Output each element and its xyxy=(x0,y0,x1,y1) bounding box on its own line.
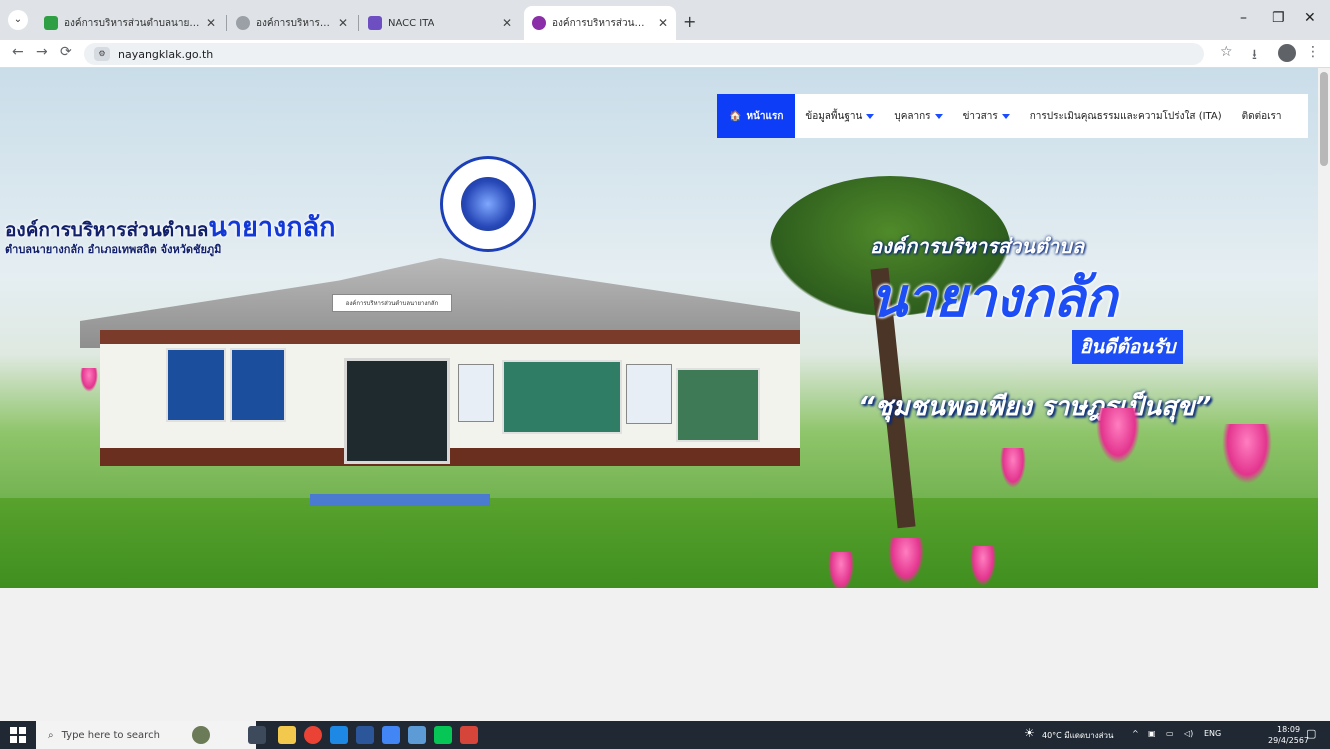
forward-icon[interactable]: → xyxy=(36,44,48,60)
building-sign: องค์การบริหารส่วนตำบลนายางกลัก xyxy=(332,294,452,312)
org-address: ตำบลนายางกลัก อำเภอเทพสถิต จังหวัดชัยภูม… xyxy=(5,243,222,256)
nav-news[interactable]: ข่าวสาร xyxy=(953,109,1020,124)
site-favicon-icon xyxy=(532,16,546,30)
network-icon[interactable]: ▣ xyxy=(1148,729,1156,738)
address-bar-row: ← → ⟳ ⚙ nayangklak.go.th ☆ ⭳ ⋮ xyxy=(0,40,1330,68)
grass-field xyxy=(0,498,1318,588)
drive-icon[interactable] xyxy=(382,726,400,744)
url-text: nayangklak.go.th xyxy=(118,47,214,61)
word-icon[interactable] xyxy=(356,726,374,744)
line-icon[interactable] xyxy=(434,726,452,744)
scrollbar-thumb[interactable] xyxy=(1320,72,1328,166)
org-seal-logo xyxy=(440,156,536,252)
nav-ita[interactable]: การประเมินคุณธรรมและความโปร่งใส (ITA) xyxy=(1020,109,1232,124)
hero-banner: องค์การบริหารส่วนตำบลนายางกลัก องค์การบร… xyxy=(0,68,1318,588)
close-tab-icon[interactable]: ✕ xyxy=(502,16,512,30)
tab-list-button[interactable]: ⌄ xyxy=(8,10,28,30)
profile-avatar[interactable] xyxy=(1278,44,1296,62)
mail-icon[interactable] xyxy=(330,726,348,744)
browser-tab-bar: ⌄ องค์การบริหารส่วนตำบลนายางกลัก ✕ องค์ก… xyxy=(0,0,1330,40)
chrome-icon[interactable] xyxy=(304,726,322,744)
clock[interactable]: 18:09 29/4/2567 xyxy=(1268,724,1309,746)
nav-personnel[interactable]: บุคลากร xyxy=(884,109,952,124)
welcome-org-name: นายางกลัก xyxy=(870,266,1117,329)
notifications-icon[interactable]: ▢ xyxy=(1306,727,1316,740)
nav-contact[interactable]: ติดต่อเรา xyxy=(1232,109,1292,124)
windows-taskbar: ⌕ Type here to search ☀ 40°C มีแดดบางส่ว… xyxy=(0,721,1330,749)
file-explorer-icon[interactable] xyxy=(278,726,296,744)
nav-home[interactable]: 🏠 หน้าแรก xyxy=(717,94,796,138)
window-poster xyxy=(166,348,226,422)
close-tab-icon[interactable]: ✕ xyxy=(338,16,348,30)
weather-icon[interactable]: ☀ xyxy=(1024,726,1035,740)
flower xyxy=(80,368,98,392)
paint-icon[interactable] xyxy=(460,726,478,744)
task-view-icon[interactable] xyxy=(248,726,266,744)
weather-text[interactable]: 40°C มีแดดบางส่วน xyxy=(1042,729,1113,742)
slogan: “ชุมชนพอเพียง ราษฎรเป็นสุข” xyxy=(858,392,1212,422)
building-door xyxy=(344,358,450,464)
browser-tab-3[interactable]: NACC ITA ✕ xyxy=(360,6,520,40)
flower xyxy=(1096,408,1140,464)
new-tab-button[interactable]: + xyxy=(683,12,696,31)
flower xyxy=(828,552,854,588)
caret-down-icon xyxy=(866,113,875,119)
url-field[interactable]: ⚙ nayangklak.go.th xyxy=(84,43,1204,65)
photos-icon[interactable] xyxy=(408,726,426,744)
back-icon[interactable]: ← xyxy=(12,44,24,60)
globe-icon xyxy=(236,16,250,30)
flower xyxy=(1222,424,1272,484)
nacc-favicon-icon xyxy=(368,16,382,30)
window-poster xyxy=(676,368,760,442)
close-tab-icon[interactable]: ✕ xyxy=(206,16,216,30)
language-indicator[interactable]: ENG xyxy=(1204,729,1221,738)
menu-kebab-icon[interactable]: ⋮ xyxy=(1306,44,1320,60)
restore-button[interactable]: ❐ xyxy=(1272,10,1285,26)
download-icon[interactable]: ⭳ xyxy=(1252,44,1257,68)
tab-title: องค์การบริหารส่วนตำบลหนองบัว อำเภอ xyxy=(256,17,332,29)
site-info-icon[interactable]: ⚙ xyxy=(94,47,110,61)
tab-title: องค์การบริหารส่วนตำบลนายางกลัก xyxy=(64,17,200,29)
caret-down-icon xyxy=(934,113,943,119)
close-tab-icon[interactable]: ✕ xyxy=(658,16,668,30)
monitor-icon[interactable]: ▭ xyxy=(1166,729,1174,738)
browser-tab-1[interactable]: องค์การบริหารส่วนตำบลนายางกลัก ✕ xyxy=(36,6,224,40)
tab-title: NACC ITA xyxy=(388,17,435,29)
browser-tab-active[interactable]: องค์การบริหารส่วนตำบลนายางกลัก ✕ xyxy=(524,6,676,40)
home-icon: 🏠 xyxy=(729,110,742,122)
flower xyxy=(970,546,996,586)
search-icon: ⌕ xyxy=(48,729,54,741)
nav-basic-info[interactable]: ข้อมูลพื้นฐาน xyxy=(795,109,884,124)
building-step xyxy=(310,494,490,506)
minimize-button[interactable]: – xyxy=(1240,10,1247,26)
close-window-button[interactable]: ✕ xyxy=(1304,10,1316,26)
flower xyxy=(1000,448,1026,488)
browser-tab-2[interactable]: องค์การบริหารส่วนตำบลหนองบัว อำเภอ ✕ xyxy=(228,6,356,40)
weather-widget-icon[interactable] xyxy=(192,726,210,744)
window-poster xyxy=(230,348,286,422)
volume-icon[interactable]: ◁) xyxy=(1184,729,1193,738)
flower xyxy=(888,538,924,584)
start-button[interactable] xyxy=(10,727,26,743)
caret-down-icon xyxy=(1001,113,1010,119)
site-favicon-icon xyxy=(44,16,58,30)
welcome-greeting: ยินดีต้อนรับ xyxy=(1072,330,1184,364)
main-navbar: 🏠 หน้าแรก ข้อมูลพื้นฐาน บุคลากร ข่าวสาร … xyxy=(717,94,1308,138)
tray-expand-icon[interactable]: ^ xyxy=(1132,729,1139,738)
taskbar-search[interactable]: ⌕ Type here to search xyxy=(36,721,256,749)
bookmark-star-icon[interactable]: ☆ xyxy=(1220,44,1233,60)
window-poster xyxy=(502,360,622,434)
reload-icon[interactable]: ⟳ xyxy=(60,44,72,60)
tab-title: องค์การบริหารส่วนตำบลนายางกลัก xyxy=(552,17,652,29)
